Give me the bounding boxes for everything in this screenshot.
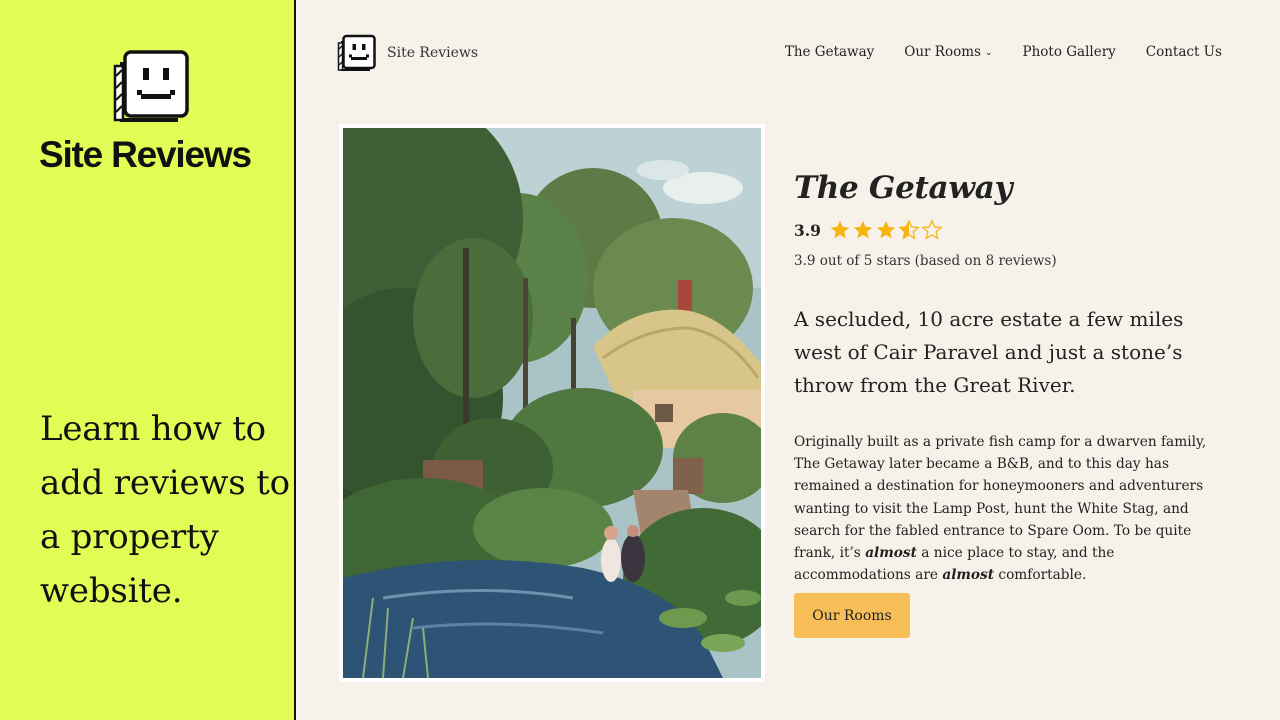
- rating-summary: 3.9 out of 5 stars (based on 8 reviews): [794, 253, 1057, 269]
- star-empty-icon: [921, 219, 943, 240]
- description-text: Originally built as a private fish camp …: [794, 434, 1207, 562]
- nav-item-label: The Getaway: [784, 44, 875, 60]
- star-full-icon: [876, 220, 896, 239]
- chevron-down-icon: ⌄: [984, 48, 993, 58]
- promo-brand-name: Site Reviews: [39, 134, 252, 175]
- nav-item-label: Contact Us: [1145, 44, 1222, 60]
- emphasis-text: almost: [942, 567, 995, 584]
- nav-item-label: Our Rooms: [904, 44, 981, 60]
- star-half-icon: [898, 219, 920, 240]
- nav-item-contact-us[interactable]: Contact Us: [1146, 44, 1222, 60]
- main-nav: The Getaway Our Rooms ⌄ Photo Gallery Co…: [785, 44, 1222, 60]
- site-name[interactable]: Site Reviews: [387, 45, 478, 61]
- nav-item-our-rooms[interactable]: Our Rooms ⌄: [904, 44, 992, 60]
- nav-item-the-getaway[interactable]: The Getaway: [785, 44, 874, 60]
- promo-tagline: Learn how to add reviews to a property w…: [40, 409, 290, 611]
- rating-value: 3.9: [794, 220, 821, 240]
- star-full-icon: [830, 220, 850, 239]
- cottage-illustration: [343, 128, 761, 678]
- our-rooms-button[interactable]: Our Rooms: [794, 593, 910, 638]
- property-description: Originally built as a private fish camp …: [794, 431, 1234, 586]
- property-image: [339, 124, 765, 682]
- property-title: The Getaway: [794, 170, 1013, 206]
- emphasis-text: almost: [865, 545, 917, 562]
- description-text: comfortable.: [994, 567, 1087, 584]
- site-logo-icon[interactable]: [337, 34, 377, 74]
- star-rating: [829, 219, 943, 241]
- nav-item-photo-gallery[interactable]: Photo Gallery: [1022, 44, 1115, 60]
- property-lead: A secluded, 10 acre estate a few miles w…: [794, 307, 1184, 397]
- star-full-icon: [853, 220, 873, 239]
- nav-item-label: Photo Gallery: [1022, 44, 1116, 60]
- rating-row: 3.9: [794, 219, 943, 241]
- promo-panel: Site Reviews Learn how to add reviews to…: [0, 0, 296, 720]
- smiley-logo-icon: [113, 50, 189, 122]
